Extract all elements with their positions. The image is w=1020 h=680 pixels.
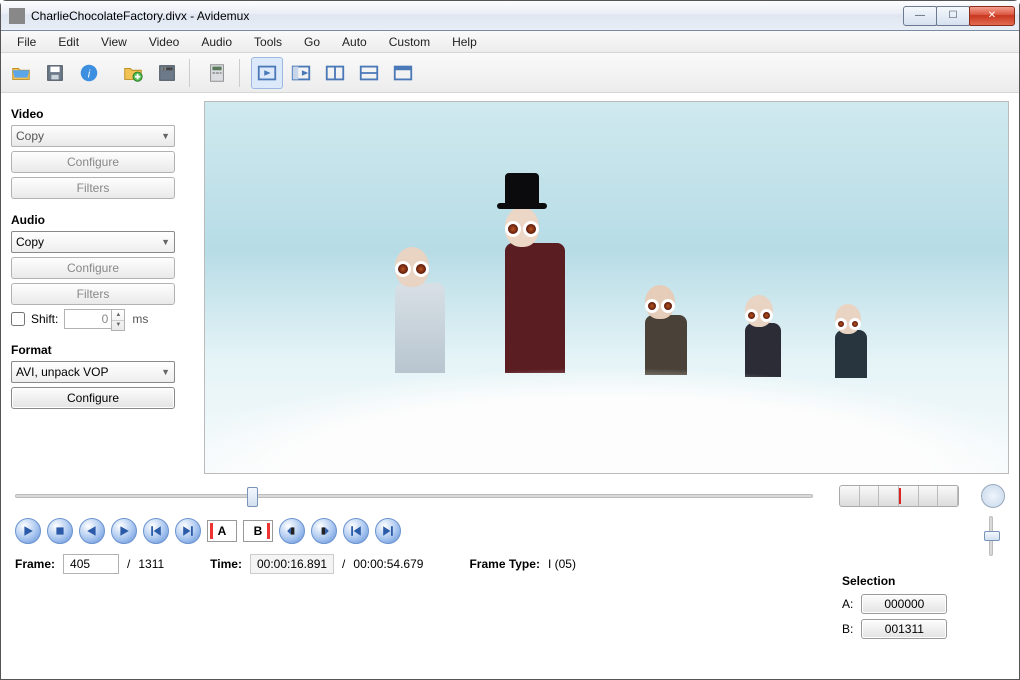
audio-shift-label: Shift: <box>31 312 58 326</box>
video-codec-value: Copy <box>16 129 44 143</box>
audio-shift-field[interactable]: 0 ▲▼ <box>64 309 112 329</box>
set-marker-a-button[interactable]: A <box>207 520 237 542</box>
toolbar-save[interactable] <box>39 57 71 89</box>
menu-auto[interactable]: Auto <box>332 33 377 51</box>
time-current: 00:00:16.891 <box>250 554 334 574</box>
stop-button[interactable] <box>47 518 73 544</box>
volume-slider[interactable] <box>982 516 1000 560</box>
titlebar: CharlieChocolateFactory.divx - Avidemux … <box>1 1 1019 31</box>
selection-a-label: A: <box>842 597 853 611</box>
transport-controls: A B <box>15 516 1005 554</box>
prev-keyframe-button[interactable] <box>143 518 169 544</box>
video-preview <box>204 101 1009 474</box>
jog-wheel[interactable] <box>839 485 959 507</box>
menu-audio[interactable]: Audio <box>191 33 242 51</box>
dropdown-arrow-icon: ▼ <box>161 237 170 247</box>
play-button[interactable] <box>15 518 41 544</box>
format-select[interactable]: AVI, unpack VOP ▼ <box>11 361 175 383</box>
frame-type-value: I (05) <box>548 557 576 571</box>
set-marker-b-button[interactable]: B <box>243 520 273 542</box>
close-button[interactable]: ✕ <box>969 6 1015 26</box>
menu-go[interactable]: Go <box>294 33 330 51</box>
frame-label: Frame: <box>15 557 55 571</box>
next-frame-button[interactable] <box>111 518 137 544</box>
video-configure-button[interactable]: Configure <box>11 151 175 173</box>
toolbar-calculator[interactable] <box>201 57 233 89</box>
selection-panel: Selection A: 000000 B: 001311 <box>842 574 1002 644</box>
next-black-frame-button[interactable] <box>311 518 337 544</box>
toolbar-separator-2 <box>239 59 245 87</box>
seek-thumb[interactable] <box>247 487 258 507</box>
jog-disc[interactable] <box>981 484 1005 508</box>
first-frame-button[interactable] <box>343 518 369 544</box>
last-frame-button[interactable] <box>375 518 401 544</box>
video-codec-select[interactable]: Copy ▼ <box>11 125 175 147</box>
frame-sep: / <box>127 557 130 571</box>
selection-b-label: B: <box>842 622 853 636</box>
toolbar-single-view[interactable] <box>387 57 419 89</box>
menu-custom[interactable]: Custom <box>379 33 440 51</box>
toolbar-split-vertical[interactable] <box>353 57 385 89</box>
minimize-button[interactable]: — <box>903 6 937 26</box>
time-sep: / <box>342 557 345 571</box>
video-heading: Video <box>11 107 196 121</box>
audio-filters-button[interactable]: Filters <box>11 283 175 305</box>
toolbar: i <box>1 53 1019 93</box>
maximize-button[interactable]: ☐ <box>936 6 970 26</box>
shift-spinner[interactable]: ▲▼ <box>111 309 125 331</box>
side-panel: Video Copy ▼ Configure Filters Audio Cop… <box>11 101 196 474</box>
audio-codec-value: Copy <box>16 235 44 249</box>
audio-codec-select[interactable]: Copy ▼ <box>11 231 175 253</box>
format-value: AVI, unpack VOP <box>16 365 109 379</box>
time-total: 00:00:54.679 <box>353 557 423 571</box>
frame-total: 1311 <box>138 557 164 571</box>
menu-edit[interactable]: Edit <box>48 33 89 51</box>
audio-shift-unit: ms <box>132 312 148 326</box>
app-icon <box>9 8 25 24</box>
window-buttons: — ☐ ✕ <box>904 6 1015 26</box>
toolbar-open[interactable] <box>5 57 37 89</box>
format-heading: Format <box>11 343 196 357</box>
audio-configure-button[interactable]: Configure <box>11 257 175 279</box>
audio-shift-checkbox[interactable] <box>11 312 25 326</box>
frame-current-field[interactable]: 405 <box>63 554 119 574</box>
dropdown-arrow-icon: ▼ <box>161 367 170 377</box>
menu-file[interactable]: File <box>7 33 46 51</box>
toolbar-play-output[interactable] <box>285 57 317 89</box>
marker-a-label: A <box>218 524 227 538</box>
audio-heading: Audio <box>11 213 196 227</box>
menu-video[interactable]: Video <box>139 33 189 51</box>
selection-a-button[interactable]: 000000 <box>861 594 947 614</box>
toolbar-split-horizontal[interactable] <box>319 57 351 89</box>
toolbar-append[interactable] <box>117 57 149 89</box>
selection-b-button[interactable]: 001311 <box>861 619 947 639</box>
menu-tools[interactable]: Tools <box>244 33 292 51</box>
toolbar-save-video[interactable] <box>151 57 183 89</box>
window-title: CharlieChocolateFactory.divx - Avidemux <box>31 9 904 23</box>
video-filters-button[interactable]: Filters <box>11 177 175 199</box>
marker-b-label: B <box>254 524 263 538</box>
frame-type-label: Frame Type: <box>469 557 539 571</box>
prev-frame-button[interactable] <box>79 518 105 544</box>
toolbar-info[interactable]: i <box>73 57 105 89</box>
toolbar-play-filtered[interactable] <box>251 57 283 89</box>
format-configure-button[interactable]: Configure <box>11 387 175 409</box>
next-keyframe-button[interactable] <box>175 518 201 544</box>
seek-slider[interactable] <box>15 494 813 498</box>
dropdown-arrow-icon: ▼ <box>161 131 170 141</box>
prev-black-frame-button[interactable] <box>279 518 305 544</box>
audio-shift-value: 0 <box>102 312 109 326</box>
menu-view[interactable]: View <box>91 33 137 51</box>
selection-heading: Selection <box>842 574 1002 588</box>
preview-figure <box>505 207 565 373</box>
audio-shift-row: Shift: 0 ▲▼ ms <box>11 309 196 329</box>
time-label: Time: <box>210 557 242 571</box>
menubar: File Edit View Video Audio Tools Go Auto… <box>1 31 1019 53</box>
menu-help[interactable]: Help <box>442 33 487 51</box>
toolbar-separator <box>189 59 195 87</box>
